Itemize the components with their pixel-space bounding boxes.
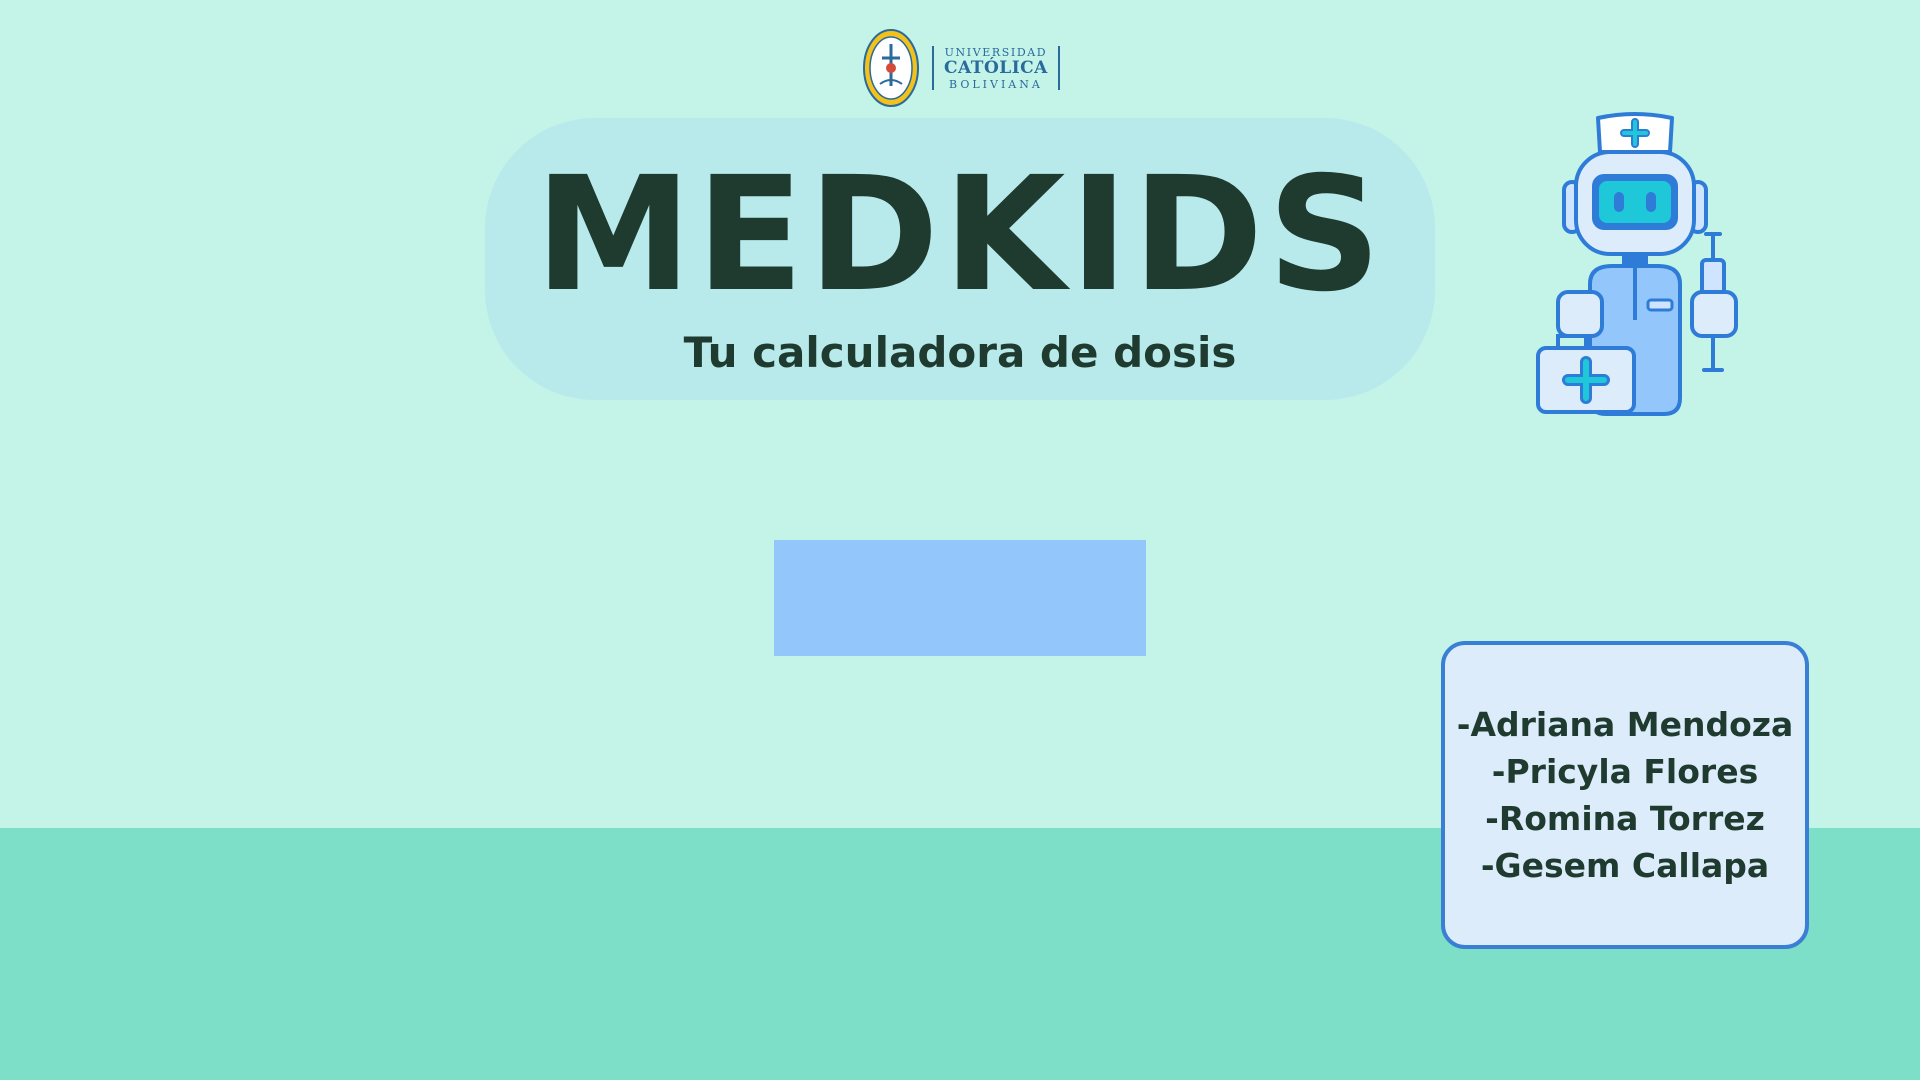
university-logo: UNIVERSIDAD CATÓLICA BOLIVIANA [862, 26, 1060, 110]
author-name: -Gesem Callapa [1480, 846, 1770, 885]
author-name: -Romina Torrez [1485, 799, 1765, 838]
logo-line-3: BOLIVIANA [949, 77, 1043, 91]
title-banner: MEDKIDS Tu calculadora de dosis [485, 118, 1435, 400]
logo-text: UNIVERSIDAD CATÓLICA BOLIVIANA [944, 47, 1048, 90]
university-seal-icon [863, 29, 919, 107]
nurse-robot-icon [1536, 112, 1738, 416]
logo-divider-end [1057, 46, 1060, 90]
logo-line-1: UNIVERSIDAD [944, 45, 1048, 59]
start-button[interactable] [774, 540, 1146, 656]
logo-line-2: CATÓLICA [944, 57, 1048, 78]
app-subtitle: Tu calculadora de dosis [683, 328, 1237, 377]
authors-card: -Adriana Mendoza -Pricyla Flores -Romina… [1441, 641, 1809, 949]
author-name: -Adriana Mendoza [1456, 705, 1794, 744]
logo-divider [932, 46, 934, 90]
app-title: MEDKIDS [534, 143, 1386, 327]
author-name: -Pricyla Flores [1491, 752, 1759, 791]
